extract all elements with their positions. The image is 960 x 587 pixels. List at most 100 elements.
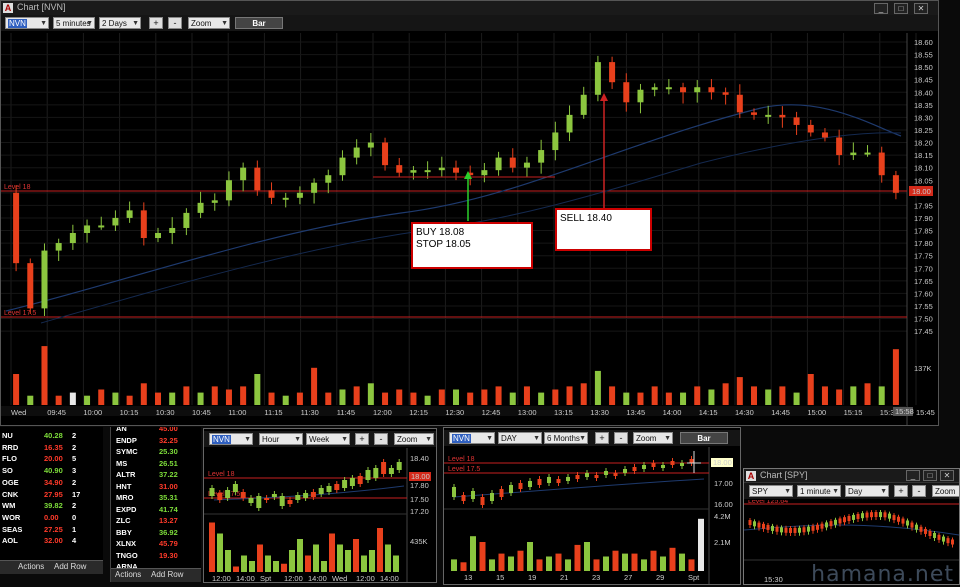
interval-select[interactable]: Hour ▼ bbox=[259, 433, 303, 445]
row-change: 3 bbox=[72, 466, 77, 476]
buy-annotation: BUY 18.08 STOP 18.05 bbox=[411, 222, 533, 269]
row-price: 40.90 bbox=[44, 466, 63, 476]
hour-candlestick-chart[interactable]: 18.4018.0017.8017.5017.20Level 18Level 1… bbox=[204, 448, 436, 583]
watchlist-row[interactable]: EXPD 41.74 bbox=[111, 505, 201, 516]
candle bbox=[847, 515, 851, 521]
symbol-select[interactable]: NVN ▼ bbox=[5, 17, 49, 29]
candle bbox=[623, 82, 630, 103]
interval-select[interactable]: 5 minutes ▼ bbox=[53, 17, 95, 29]
stop-note-line: STOP 18.05 bbox=[416, 239, 471, 250]
watchlist-row[interactable]: TNGO 19.30 bbox=[111, 551, 201, 562]
watchlist-row[interactable]: NU 40.28 2 bbox=[0, 431, 103, 442]
range-select[interactable]: 6 Months ▼ bbox=[544, 432, 588, 444]
zoom-out-button[interactable]: - bbox=[912, 485, 926, 497]
day-candlestick-chart[interactable]: 18.00 17.00 16.00 Level 18 Level 17.5 4.2M 2.1… bbox=[444, 447, 740, 585]
time-tick-label: 29 bbox=[656, 573, 664, 582]
watchlist-row[interactable]: ENDP 32.25 bbox=[111, 436, 201, 447]
watchlist-row[interactable]: HNT 31.00 bbox=[111, 482, 201, 493]
watchlist-row[interactable]: SYMC 25.30 bbox=[111, 447, 201, 458]
watchlist-row[interactable]: AN 45.00 bbox=[111, 427, 201, 435]
close-icon[interactable]: ✕ bbox=[914, 3, 928, 14]
sell-annotation: SELL 18.40 bbox=[555, 208, 652, 251]
candle bbox=[325, 175, 332, 183]
watchlist-row[interactable]: SEAS 27.25 1 bbox=[0, 525, 103, 536]
watchlist-row[interactable]: FLO 20.00 5 bbox=[0, 454, 103, 465]
zoom-in-button[interactable]: + bbox=[595, 432, 609, 444]
minimize-icon[interactable]: _ bbox=[874, 3, 888, 14]
watchlist-row[interactable]: RRD 16.35 2 bbox=[0, 443, 103, 454]
main-title-bar[interactable]: A Chart [NVN] _ □ ✕ bbox=[1, 1, 938, 16]
volume-bar bbox=[282, 395, 289, 405]
symbol-select[interactable]: NVN ▼ bbox=[449, 432, 495, 444]
add-row-button[interactable]: Add Row bbox=[54, 562, 86, 571]
row-price: 40.28 bbox=[44, 431, 63, 440]
price-tick-label: 17.75 bbox=[914, 252, 933, 261]
volume-bar bbox=[580, 383, 587, 405]
watermark: hamana.net bbox=[811, 562, 954, 587]
watchlist-row[interactable]: XLNX 45.79 bbox=[111, 539, 201, 550]
maximize-icon[interactable]: □ bbox=[894, 3, 908, 14]
watchlist-row[interactable]: SO 40.90 3 bbox=[0, 466, 103, 477]
zoom-in-button[interactable]: + bbox=[149, 17, 163, 29]
time-tick-label: 11:45 bbox=[337, 408, 355, 417]
price-tick-label: 17.50 bbox=[410, 495, 429, 504]
watchlist-row[interactable]: ZLC 13.27 bbox=[111, 516, 201, 527]
chevron-down-icon: ▼ bbox=[132, 20, 139, 27]
zoom-select[interactable]: Zoom ▼ bbox=[188, 17, 230, 29]
row-symbol: TNGO bbox=[116, 550, 138, 560]
candle bbox=[552, 132, 559, 151]
interval-select[interactable]: DAY ▼ bbox=[498, 432, 542, 444]
zoom-select[interactable]: Zoom ▼ bbox=[394, 433, 434, 445]
main-toolbar: NVN ▼ 5 minutes ▼ 2 Days ▼ + - Zoom ▼ Bar bbox=[1, 15, 938, 31]
volume-bar bbox=[345, 550, 351, 572]
row-symbol: RRD bbox=[2, 442, 19, 452]
actions-button[interactable]: Actions bbox=[18, 562, 44, 571]
candle bbox=[888, 513, 891, 519]
chevron-down-icon: ▼ bbox=[533, 435, 540, 442]
row-symbol: ALTR bbox=[116, 470, 136, 479]
row-symbol: XLNX bbox=[116, 539, 137, 548]
symbol-select[interactable]: NVN ▼ bbox=[209, 433, 253, 445]
spy-toolbar: SPY ▼ 1 minute ▼ Day ▼ + - Zoom bbox=[744, 483, 959, 499]
maximize-icon[interactable]: □ bbox=[923, 470, 937, 481]
symbol-select[interactable]: SPY ▼ bbox=[749, 485, 793, 497]
volume-bar bbox=[603, 556, 609, 571]
range-select[interactable]: 2 Days ▼ bbox=[99, 17, 141, 29]
time-tick-label: 12:00 bbox=[356, 574, 375, 583]
watchlist-row[interactable]: MRO 35.31 bbox=[111, 493, 201, 504]
watchlist-row[interactable]: WOR 0.00 0 bbox=[0, 513, 103, 524]
spy-title-bar[interactable]: A Chart [SPY] _ □ ✕ bbox=[744, 469, 959, 483]
candle bbox=[537, 479, 542, 485]
bar-type-button[interactable]: Bar bbox=[680, 432, 728, 444]
actions-button[interactable]: Actions bbox=[115, 570, 141, 579]
candle bbox=[349, 478, 355, 486]
watchlist-mid-footer: Actions Add Row bbox=[111, 568, 201, 582]
zoom-in-button[interactable]: + bbox=[894, 485, 908, 497]
watchlist-row[interactable]: MS 26.51 bbox=[111, 459, 201, 470]
watchlist-row[interactable]: OGE 34.90 2 bbox=[0, 478, 103, 489]
watchlist-row[interactable]: ALTR 37.22 bbox=[111, 470, 201, 481]
zoom-out-button[interactable]: - bbox=[374, 433, 388, 445]
zoom-select[interactable]: Zoom ▼ bbox=[633, 432, 673, 444]
zoom-out-button[interactable]: - bbox=[168, 17, 182, 29]
volume-bar bbox=[438, 389, 445, 405]
zoom-in-button[interactable]: + bbox=[355, 433, 369, 445]
add-row-button[interactable]: Add Row bbox=[151, 570, 183, 579]
zoom-select[interactable]: Zoom bbox=[932, 485, 959, 497]
zoom-out-button[interactable]: - bbox=[614, 432, 628, 444]
candle bbox=[538, 150, 545, 163]
minimize-icon[interactable]: _ bbox=[906, 470, 920, 481]
watchlist-row[interactable]: AOL 32.00 4 bbox=[0, 536, 103, 547]
row-symbol: HNT bbox=[116, 481, 132, 491]
watchlist-row[interactable]: CNK 27.95 17 bbox=[0, 490, 103, 501]
close-icon[interactable]: ✕ bbox=[940, 470, 954, 481]
range-select[interactable]: Day ▼ bbox=[845, 485, 889, 497]
watchlist-row[interactable]: BBY 36.92 bbox=[111, 528, 201, 539]
volume-bar bbox=[460, 562, 467, 571]
time-tick-label: 27 bbox=[624, 573, 632, 582]
interval-select[interactable]: 1 minute ▼ bbox=[797, 485, 841, 497]
volume-bar bbox=[254, 374, 261, 405]
range-select[interactable]: Week ▼ bbox=[306, 433, 350, 445]
bar-type-button[interactable]: Bar bbox=[235, 17, 283, 29]
watchlist-row[interactable]: WM 39.82 2 bbox=[0, 501, 103, 512]
